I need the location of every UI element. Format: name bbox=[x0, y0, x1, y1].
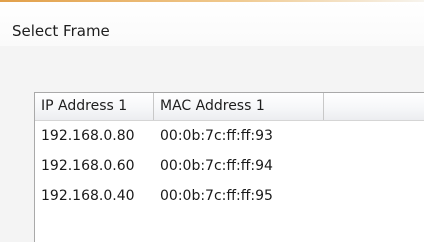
ip-address-cell: 192.168.0.40 bbox=[41, 188, 135, 204]
frame-header: Select Frame bbox=[0, 2, 424, 46]
column-header-mac-address[interactable]: MAC Address 1 bbox=[154, 93, 324, 120]
table-row[interactable]: 192.168.0.80 00:0b:7c:ff:ff:93 bbox=[35, 121, 424, 151]
mac-address-cell: 00:0b:7c:ff:ff:93 bbox=[160, 128, 273, 144]
mac-address-cell: 00:0b:7c:ff:ff:94 bbox=[160, 158, 273, 174]
ip-address-cell: 192.168.0.80 bbox=[41, 128, 135, 144]
device-list-view[interactable]: IP Address 1 MAC Address 1 192.168.0.80 … bbox=[34, 92, 424, 242]
table-row[interactable]: 192.168.0.60 00:0b:7c:ff:ff:94 bbox=[35, 151, 424, 181]
frame-title: Select Frame bbox=[12, 22, 110, 40]
list-rows: 192.168.0.80 00:0b:7c:ff:ff:93 192.168.0… bbox=[35, 121, 424, 211]
table-row[interactable]: 192.168.0.40 00:0b:7c:ff:ff:95 bbox=[35, 181, 424, 211]
mac-address-cell: 00:0b:7c:ff:ff:95 bbox=[160, 188, 273, 204]
list-header-row: IP Address 1 MAC Address 1 bbox=[35, 93, 424, 121]
ip-address-cell: 192.168.0.60 bbox=[41, 158, 135, 174]
column-header-ip-address[interactable]: IP Address 1 bbox=[35, 93, 154, 120]
